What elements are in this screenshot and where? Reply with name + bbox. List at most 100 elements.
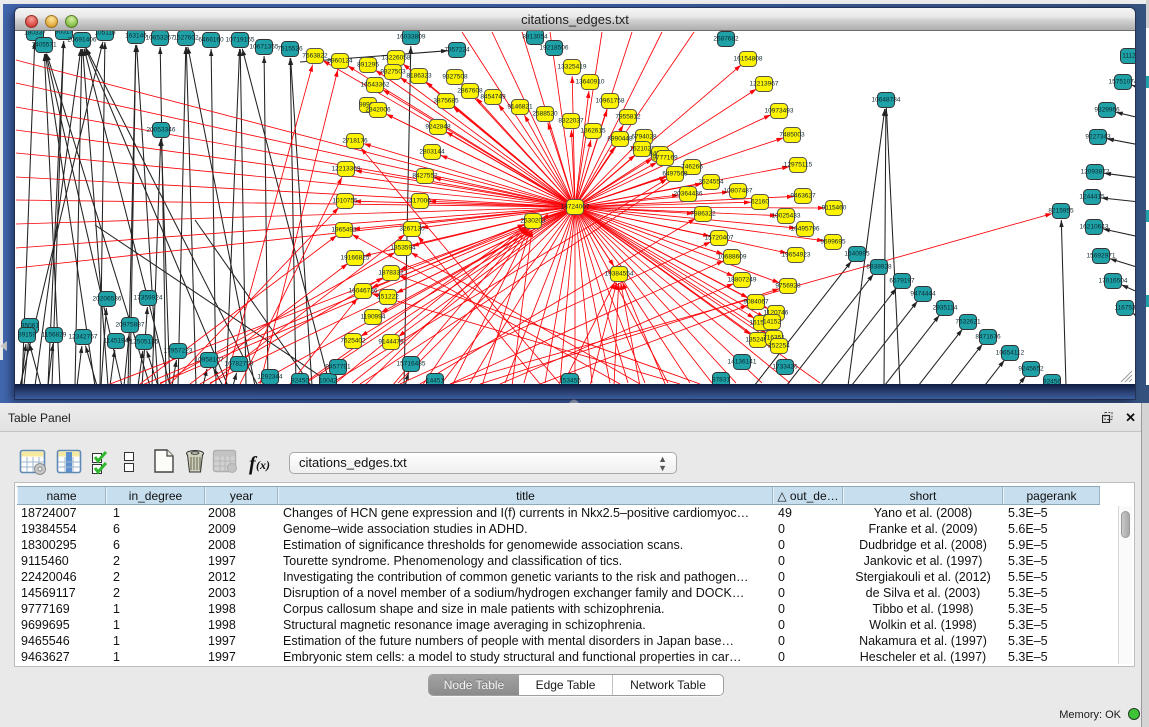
svg-text:10958107: 10958107 [195,357,224,364]
svg-text:7955812: 7955812 [615,114,641,121]
svg-text:19384554: 19384554 [605,271,634,278]
svg-text:7986322: 7986322 [690,211,716,218]
svg-text:6466160: 6466160 [198,37,224,44]
svg-text:10671355: 10671355 [250,44,279,51]
svg-text:2718176: 2718176 [342,138,368,145]
svg-text:2530203: 2530203 [520,218,546,225]
svg-text:3624554: 3624554 [698,179,724,186]
svg-text:16782759: 16782759 [225,361,254,368]
svg-text:8938928: 8938928 [866,264,892,271]
svg-text:6794028: 6794028 [631,134,657,141]
svg-text:13226058: 13226058 [382,55,411,62]
svg-text:1640995: 1640995 [844,251,870,258]
svg-text:9146821: 9146821 [507,104,533,111]
svg-text:8813054: 8813054 [522,34,548,41]
svg-text:891295: 891295 [357,62,379,69]
svg-text:10688609: 10688609 [718,254,747,261]
svg-text:7632621: 7632621 [955,319,981,326]
svg-text:12342757: 12342757 [69,334,98,341]
svg-text:9457791: 9457791 [325,364,351,371]
svg-text:1292344: 1292344 [257,374,283,381]
svg-text:18724007: 18724007 [561,204,590,211]
svg-text:12505135: 12505135 [130,339,159,346]
svg-text:16154808: 16154808 [734,56,763,63]
svg-text:10654112: 10654112 [996,350,1025,357]
svg-text:15692971: 15692971 [1087,253,1116,260]
svg-text:14152: 14152 [763,319,781,326]
svg-text:19218506: 19218506 [540,45,569,52]
svg-text:13640910: 13640910 [576,79,605,86]
svg-text:10961758: 10961758 [596,98,625,105]
svg-text:8427552: 8427552 [412,173,438,180]
svg-text:7357224: 7357224 [444,47,470,54]
svg-text:16495796: 16495796 [791,226,820,233]
svg-text:9777169: 9777169 [652,155,678,162]
svg-text:19654923: 19654923 [782,252,811,259]
svg-text:20364436: 20364436 [674,191,703,198]
svg-text:19166825: 19166825 [341,255,370,262]
svg-text:1010755: 1010755 [332,198,358,205]
svg-text:9327503: 9327503 [380,69,406,76]
svg-text:1733426: 1733426 [772,364,798,371]
svg-text:(x): (x) [256,458,270,472]
svg-text:20975887: 20975887 [116,322,145,329]
svg-text:16210643: 16210643 [1080,224,1109,231]
svg-text:9474444: 9474444 [910,291,936,298]
svg-text:1112: 1112 [1122,53,1135,60]
svg-text:151222: 151222 [377,294,399,301]
svg-text:14136141: 14136141 [728,359,757,366]
svg-text:9084067: 9084067 [743,299,769,306]
svg-text:10807487: 10807487 [724,188,753,195]
svg-text:1878332: 1878332 [378,270,404,277]
svg-text:9463627: 9463627 [790,193,816,200]
svg-text:6579197: 6579197 [889,278,915,285]
svg-text:12975115: 12975115 [784,162,813,169]
svg-text:9245652: 9245652 [1018,366,1044,373]
svg-text:12213369: 12213369 [332,166,361,173]
svg-text:15720407: 15720407 [705,235,734,242]
svg-text:9144479: 9144479 [378,339,404,346]
svg-text:1156829: 1156829 [42,332,67,339]
svg-text:252254: 252254 [768,343,790,350]
svg-text:1190994: 1190994 [361,314,386,321]
svg-text:9115460: 9115460 [822,205,847,212]
svg-text:17359924: 17359924 [134,295,163,302]
svg-text:8960124: 8960124 [327,58,353,65]
svg-text:180337: 180337 [24,31,46,37]
svg-text:18807249: 18807249 [728,277,757,284]
svg-text:17016504: 17016504 [1099,278,1128,285]
svg-text:6497568: 6497568 [662,171,688,178]
svg-text:10648784: 10648784 [872,97,901,104]
svg-text:8990448: 8990448 [607,136,633,143]
svg-text:9327508: 9327508 [442,74,468,81]
svg-text:1405571: 1405571 [31,42,57,49]
svg-text:9329966: 9329966 [1094,107,1120,114]
svg-text:16046736: 16046736 [349,288,378,295]
svg-text:8215955: 8215955 [1048,208,1074,215]
svg-text:62160: 62160 [751,199,769,206]
svg-text:16033809: 16033809 [397,34,426,41]
svg-text:746266: 746266 [681,164,703,171]
svg-text:7663822: 7663822 [302,53,328,60]
svg-text:9756928: 9756928 [775,283,801,290]
svg-text:8322037: 8322037 [558,118,584,125]
svg-text:10025433: 10025433 [772,213,801,220]
svg-text:1353594: 1353594 [390,245,416,252]
svg-text:15716485: 15716485 [397,361,426,368]
svg-text:8186323: 8186323 [406,73,432,80]
svg-text:15751074: 15751074 [1109,79,1135,86]
svg-text:9227343: 9227343 [1085,134,1111,141]
svg-text:105118: 105118 [94,31,116,37]
svg-text:10719155: 10719155 [226,37,255,44]
svg-text:3875685: 3875685 [433,98,459,105]
svg-text:12213967: 12213967 [750,81,779,88]
svg-text:12093872: 12093872 [1081,169,1110,176]
svg-text:8471676: 8471676 [975,334,1001,341]
svg-text:417006: 417006 [409,198,431,205]
svg-text:2803144: 2803144 [419,149,445,156]
svg-text:163146: 163146 [125,33,147,40]
svg-text:17957223: 17957223 [164,348,193,355]
svg-text:1145194: 1145194 [104,338,129,345]
svg-text:116753: 116753 [1114,305,1135,312]
svg-text:90517: 90517 [55,31,73,36]
